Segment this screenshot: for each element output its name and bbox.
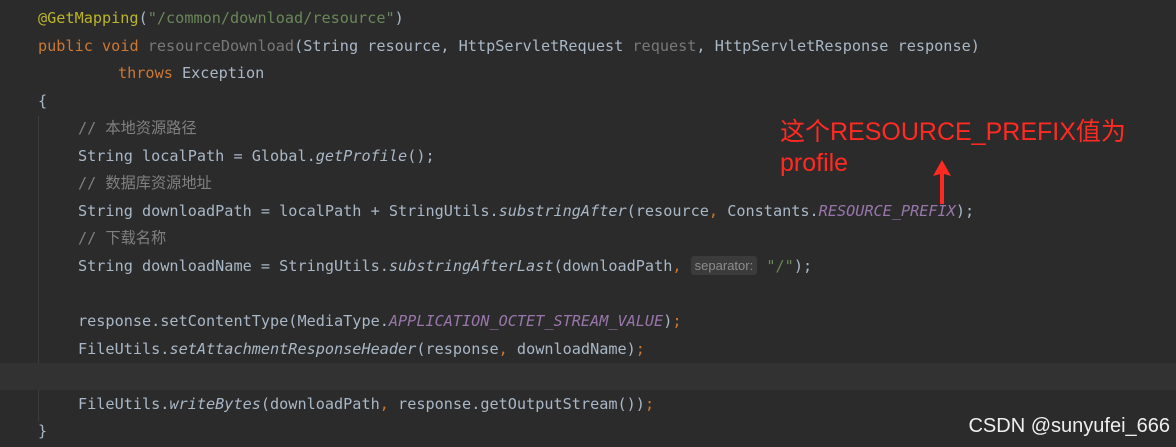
code-line-14-current[interactable] bbox=[0, 363, 1176, 390]
unused-param: request bbox=[632, 37, 697, 55]
up-arrow-icon bbox=[933, 160, 951, 204]
code-editor[interactable]: @GetMapping("/common/download/resource")… bbox=[0, 0, 1176, 447]
annotation-note-line-1: 这个RESOURCE_PREFIX值为 bbox=[780, 118, 1126, 146]
comment: // 下载名称 bbox=[78, 229, 167, 247]
comment: // 数据库资源地址 bbox=[78, 174, 212, 192]
constant-octet-stream: APPLICATION_OCTET_STREAM_VALUE bbox=[388, 312, 664, 330]
code-line-9[interactable]: // 下载名称 bbox=[0, 225, 1176, 252]
static-method: substringAfterLast bbox=[388, 257, 554, 275]
annotation-token: @GetMapping bbox=[38, 9, 139, 27]
method-name: resourceDownload bbox=[147, 37, 295, 55]
keyword-throws: throws bbox=[118, 64, 173, 82]
parameter-hint: separator: bbox=[690, 256, 758, 275]
keyword-void: void bbox=[102, 37, 139, 55]
code-line-12[interactable]: response.setContentType(MediaType.APPLIC… bbox=[0, 308, 1176, 335]
static-method: substringAfter bbox=[498, 202, 627, 220]
static-method: writeBytes bbox=[169, 395, 261, 413]
code-line-13[interactable]: FileUtils.setAttachmentResponseHeader(re… bbox=[0, 336, 1176, 363]
constant-resource-prefix: RESOURCE_PREFIX bbox=[818, 202, 956, 220]
csdn-watermark: CSDN @sunyufei_666 bbox=[968, 415, 1170, 437]
code-line-4[interactable]: { bbox=[0, 88, 1176, 115]
code-line-11[interactable] bbox=[0, 281, 1176, 308]
code-line-2[interactable]: public void resourceDownload(String reso… bbox=[0, 33, 1176, 60]
comment: // 本地资源路径 bbox=[78, 119, 197, 137]
code-line-8[interactable]: String downloadPath = localPath + String… bbox=[0, 198, 1176, 225]
static-method: getProfile bbox=[315, 147, 408, 165]
string-literal: "/common/download/resource" bbox=[147, 9, 395, 27]
string-literal: "/" bbox=[766, 257, 794, 275]
code-line-15[interactable]: FileUtils.writeBytes(downloadPath, respo… bbox=[0, 391, 1176, 418]
code-line-3[interactable]: throws Exception bbox=[0, 60, 1176, 87]
keyword-public: public bbox=[38, 37, 93, 55]
code-line-10[interactable]: String downloadName = StringUtils.substr… bbox=[0, 253, 1176, 280]
static-method: setAttachmentResponseHeader bbox=[169, 340, 417, 358]
code-line-1[interactable]: @GetMapping("/common/download/resource") bbox=[0, 5, 1176, 32]
